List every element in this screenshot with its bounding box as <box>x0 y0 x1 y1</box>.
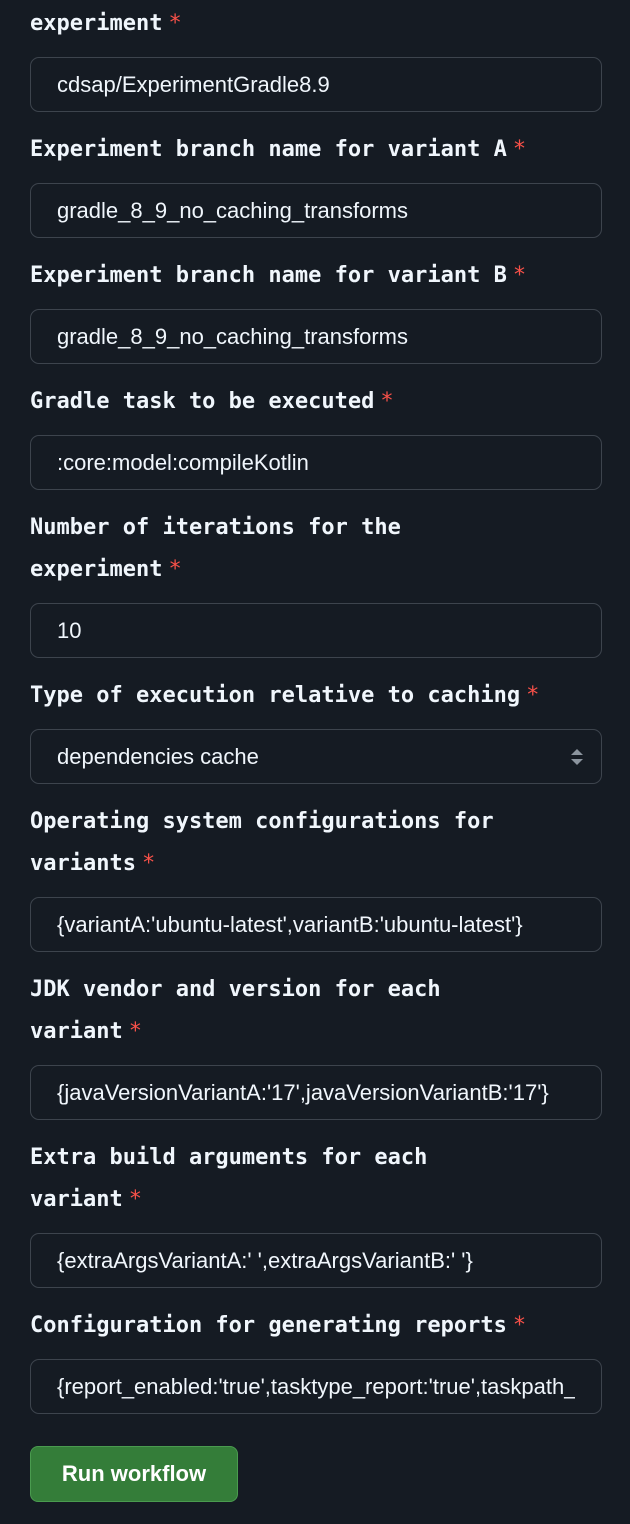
field-branch-variant-b: Experiment branch name for variant B * <box>30 255 602 297</box>
branch-variant-b-input[interactable]: gradle_8_9_no_caching_transforms <box>30 309 602 364</box>
required-asterisk: * <box>168 11 182 36</box>
field-label: Type of execution relative to caching * <box>30 683 540 708</box>
field-label: Extra build arguments for each <box>30 1145 428 1170</box>
iterations-input[interactable]: 10 <box>30 603 602 658</box>
required-asterisk: * <box>512 137 527 162</box>
experiment-input[interactable]: cdsap/ExperimentGradle8.9 <box>30 57 602 112</box>
field-label: variant * <box>30 1187 142 1212</box>
field-label: experiment * <box>30 11 182 36</box>
field-os-config: Operating system configurations for vari… <box>30 801 602 885</box>
gradle-task-input[interactable]: :core:model:compileKotlin <box>30 435 602 490</box>
field-execution-type: Type of execution relative to caching * <box>30 675 602 717</box>
required-asterisk: * <box>141 851 156 876</box>
field-label: Number of iterations for the <box>30 515 401 540</box>
field-jdk-config: JDK vendor and version for each variant * <box>30 969 602 1053</box>
branch-variant-a-input[interactable]: gradle_8_9_no_caching_transforms <box>30 183 602 238</box>
extra-args-input[interactable]: {extraArgsVariantA:' ',extraArgsVariantB… <box>30 1233 602 1288</box>
field-gradle-task: Gradle task to be executed * <box>30 381 602 423</box>
required-asterisk: * <box>512 263 527 288</box>
field-label: variant * <box>30 1019 142 1044</box>
required-asterisk: * <box>128 1187 142 1212</box>
field-label: Experiment branch name for variant B * <box>30 263 527 288</box>
field-label: JDK vendor and version for each <box>30 977 441 1002</box>
field-label: Gradle task to be executed * <box>30 389 394 414</box>
field-report-config: Configuration for generating reports * <box>30 1305 602 1347</box>
required-asterisk: * <box>128 1019 142 1044</box>
field-label: variants * <box>30 851 156 876</box>
os-config-input[interactable]: {variantA:'ubuntu-latest',variantB:'ubun… <box>30 897 602 952</box>
required-asterisk: * <box>526 683 540 708</box>
jdk-config-input[interactable]: {javaVersionVariantA:'17',javaVersionVar… <box>30 1065 602 1120</box>
field-label: Experiment branch name for variant A * <box>30 137 527 162</box>
field-label: experiment * <box>30 557 182 582</box>
field-label: Configuration for generating reports * <box>30 1313 527 1338</box>
run-workflow-button[interactable]: Run workflow <box>30 1446 238 1502</box>
field-label: Operating system configurations for <box>30 809 494 834</box>
field-branch-variant-a: Experiment branch name for variant A * <box>30 129 602 171</box>
required-asterisk: * <box>512 1313 527 1338</box>
report-config-input[interactable]: {report_enabled:'true',tasktype_report:'… <box>30 1359 602 1414</box>
field-experiment: experiment * <box>30 3 602 45</box>
field-extra-args: Extra build arguments for each variant * <box>30 1137 602 1221</box>
execution-type-select[interactable]: dependencies cache <box>30 729 602 784</box>
required-asterisk: * <box>168 557 182 582</box>
field-iterations: Number of iterations for the experiment * <box>30 507 602 591</box>
select-arrows-icon <box>571 748 583 765</box>
required-asterisk: * <box>380 389 394 414</box>
